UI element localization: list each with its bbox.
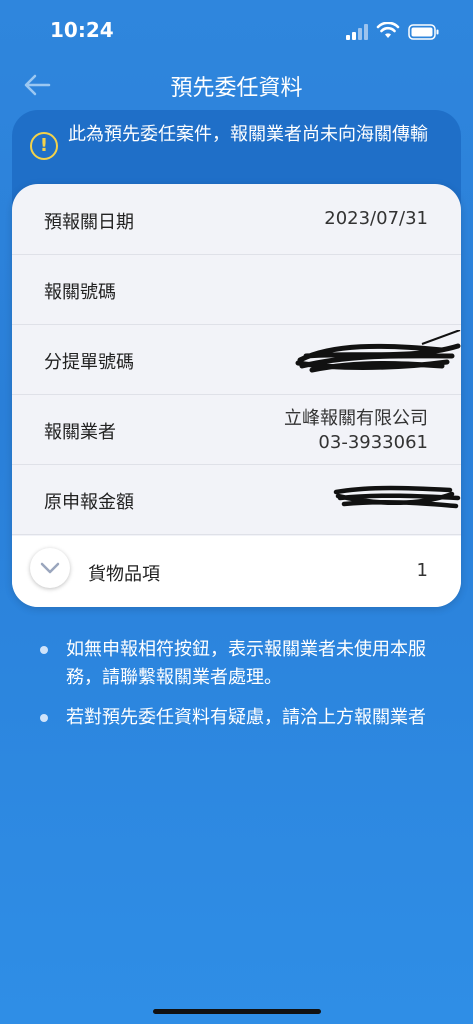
help-notes: 如無申報相符按鈕，表示報關業者未使用本服務，請聯繫報關業者處理。 若對預先委任資… [38,636,448,744]
note-item: 若對預先委任資料有疑慮，請洽上方報關業者 [38,704,448,732]
bullet-dot [40,714,48,722]
status-time: 10:24 [50,18,114,42]
wifi-icon [376,22,400,38]
declaration-details-card: 預報關日期 2023/07/31 報關號碼 分提單號碼 報關業者 立峰報關有限公… [12,184,461,607]
declaration-number-label: 報關號碼 [44,282,116,303]
notice-text: 此為預先委任案件，報關業者尚未向海關傳輸 [68,124,428,145]
row-original-declared-amount: 原申報金額 [12,464,461,535]
expand-button[interactable] [30,548,70,588]
customs-broker-phone: 03-3933061 [318,432,428,453]
customs-broker-label: 報關業者 [44,422,116,443]
declaration-date-value: 2023/07/31 [324,208,428,229]
battery-icon [408,24,439,40]
sub-bill-number-label: 分提單號碼 [44,352,134,373]
cellular-signal-icon [346,24,368,40]
page-title: 預先委任資料 [170,76,303,101]
note-item: 如無申報相符按鈕，表示報關業者未使用本服務，請聯繫報關業者處理。 [38,636,448,692]
row-declaration-date: 預報關日期 2023/07/31 [12,184,461,255]
home-indicator [153,1009,321,1014]
goods-items-label: 貨物品項 [88,564,160,585]
goods-items-row[interactable]: 貨物品項 1 [12,536,461,607]
original-declared-amount-label: 原申報金額 [44,492,134,513]
row-declaration-number: 報關號碼 [12,254,461,325]
status-bar: 10:24 [0,0,473,62]
redacted-value [333,485,461,509]
redacted-value [295,330,461,373]
note-text: 若對預先委任資料有疑慮，請洽上方報關業者 [66,707,426,728]
declaration-date-label: 預報關日期 [44,212,134,233]
warning-icon: ! [30,132,58,160]
row-customs-broker: 報關業者 立峰報關有限公司 03-3933061 [12,394,461,465]
note-text: 如無申報相符按鈕，表示報關業者未使用本服務，請聯繫報關業者處理。 [66,639,426,688]
goods-items-count: 1 [416,560,428,581]
chevron-down-icon [40,562,60,574]
customs-broker-name: 立峰報關有限公司 [284,408,428,429]
navigation-bar: 預先委任資料 [0,62,473,108]
bullet-dot [40,646,48,654]
row-sub-bill-number: 分提單號碼 [12,324,461,395]
